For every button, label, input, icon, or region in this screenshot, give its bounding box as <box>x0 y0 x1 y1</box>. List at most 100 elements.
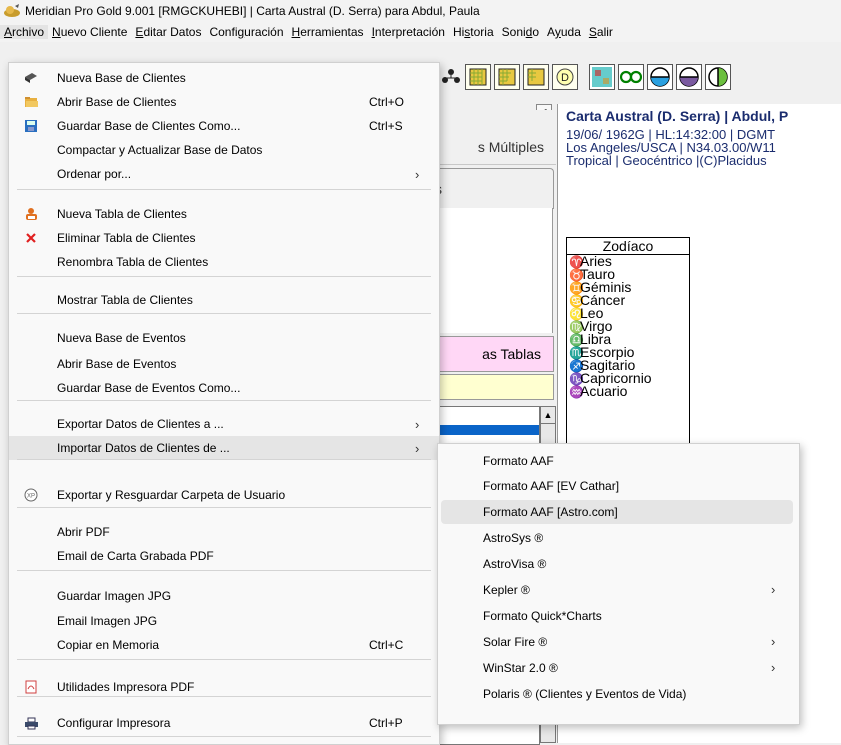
submenu-item-label: Polaris ® (Clientes y Eventos de Vida) <box>483 687 687 701</box>
menu-item-editar-datos[interactable]: Editar Datos <box>131 25 205 39</box>
archivo-menu-item-email-de-carta-grabada-pdf[interactable]: Email de Carta Grabada PDF <box>9 544 439 568</box>
shortcut-label: Ctrl+P <box>369 716 403 730</box>
menu-separator <box>17 313 431 314</box>
backup-icon: XP <box>23 487 39 503</box>
tables-button[interactable]: as Tablas <box>430 336 554 372</box>
menu-item-ayuda[interactable]: Ayuda <box>543 25 585 39</box>
submenu-item-label: Formato AAF [Astro.com] <box>483 505 618 519</box>
menu-item-sonido[interactable]: Sonido <box>498 25 543 39</box>
menu-separator <box>17 507 431 508</box>
archivo-menu-item-copiar-en-memoria[interactable]: Copiar en Memoria Ctrl+C <box>9 633 439 657</box>
chevron-right-icon: › <box>771 582 776 597</box>
menu-item-herramientas[interactable]: Herramientas <box>288 25 368 39</box>
grid-chart-2-icon[interactable] <box>494 64 520 90</box>
chevron-right-icon: › <box>771 660 776 675</box>
menu-item-nuevo-cliente[interactable]: Nuevo Cliente <box>48 25 131 39</box>
menu-item-label: Mostrar Tabla de Clientes <box>57 293 193 307</box>
menu-separator <box>17 570 431 571</box>
infinity-icon[interactable] <box>618 64 644 90</box>
archivo-menu-item-ordenar-por[interactable]: Ordenar por... › <box>9 162 439 186</box>
archivo-menu-item-mostrar-tabla-de-clientes[interactable]: Mostrar Tabla de Clientes <box>9 288 439 312</box>
menu-item-label: Guardar Base de Eventos Como... <box>57 381 241 395</box>
menu-separator <box>17 696 431 697</box>
menu-item-label: Abrir PDF <box>57 525 110 539</box>
archivo-menu-item-guardar-imagen-jpg[interactable]: Guardar Imagen JPG <box>9 584 439 608</box>
menu-item-label: Renombra Tabla de Clientes <box>57 255 209 269</box>
folder-open-icon <box>23 94 39 110</box>
printer-icon <box>23 715 39 731</box>
archivo-menu-item-nueva-base-de-eventos[interactable]: Nueva Base de Eventos <box>9 326 439 350</box>
archivo-menu-item-configurar-impresora[interactable]: Configurar Impresora Ctrl+P <box>9 711 439 735</box>
save-icon <box>23 118 39 134</box>
submenu-item-label: AstroVisa ® <box>483 557 547 571</box>
people-tree-icon[interactable] <box>440 64 462 90</box>
tab-multiples[interactable]: s Múltiples <box>430 128 556 165</box>
menu-item-label: Copiar en Memoria <box>57 638 160 652</box>
window-title: Meridian Pro Gold 9.001 [RMGCKUHEBI] | C… <box>25 4 480 18</box>
pdf-icon <box>23 679 39 695</box>
menu-item-historia[interactable]: Historia <box>449 25 498 39</box>
archivo-menu-item-abrir-base-de-eventos[interactable]: Abrir Base de Eventos <box>9 352 439 376</box>
tables-button-label: as Tablas <box>482 346 541 362</box>
import-submenu-item-solar-fire[interactable]: Solar Fire ® › <box>441 630 793 654</box>
menu-item-label: Eliminar Tabla de Clientes <box>57 231 196 245</box>
half-circle-blue-icon[interactable] <box>647 64 673 90</box>
zodiac-symbol-icon: ♒ <box>569 385 584 399</box>
import-submenu-item-winstar-2-0[interactable]: WinStar 2.0 ® › <box>441 656 793 680</box>
archivo-menu-item-abrir-base-de-clientes[interactable]: Abrir Base de Clientes Ctrl+O <box>9 90 439 114</box>
import-submenu-item-astrovisa[interactable]: AstroVisa ® <box>441 552 793 576</box>
menu-item-salir[interactable]: Salir <box>585 25 617 39</box>
archivo-menu-item-importar-datos-de-clientes-de[interactable]: Importar Datos de Clientes de ... › <box>9 436 439 460</box>
toolbar: D <box>440 62 841 92</box>
archivo-menu-item-eliminar-tabla-de-clientes[interactable]: Eliminar Tabla de Clientes <box>9 226 439 250</box>
chart-info: 19/06/ 1962G | HL:14:32:00 | DGMT Los An… <box>566 128 776 167</box>
archivo-menu-item-exportar-y-resguardar-carpeta-de-usuario[interactable]: XP Exportar y Resguardar Carpeta de Usuar… <box>9 483 439 507</box>
menu-item-interpretaci-n[interactable]: Interpretación <box>368 25 449 39</box>
archivo-menu: Nueva Base de Clientes Abrir Base de Clie… <box>8 62 440 745</box>
archivo-menu-item-guardar-base-de-eventos-como[interactable]: Guardar Base de Eventos Como... <box>9 376 439 400</box>
menu-item-label: Email de Carta Grabada PDF <box>57 549 214 563</box>
archivo-menu-item-nueva-tabla-de-clientes[interactable]: Nueva Tabla de Clientes <box>9 202 439 226</box>
import-submenu-item-kepler[interactable]: Kepler ® › <box>441 578 793 602</box>
archivo-menu-item-email-imagen-jpg[interactable]: Email Imagen JPG <box>9 609 439 633</box>
menu-item-label: Exportar Datos de Clientes a ... <box>57 417 224 431</box>
import-submenu-item-formato-aaf-ev-cathar[interactable]: Formato AAF [EV Cathar] <box>441 474 793 498</box>
import-submenu-item-polaris-clientes-y-eventos-de-vida[interactable]: Polaris ® (Clientes y Eventos de Vida) <box>441 682 793 706</box>
chart-title: Carta Austral (D. Serra) | Abdul, P <box>566 108 789 124</box>
selected-row[interactable] <box>431 425 539 435</box>
archivo-menu-item-nueva-base-de-clientes[interactable]: Nueva Base de Clientes <box>9 66 439 90</box>
d-circle-icon[interactable]: D <box>552 64 578 90</box>
tab-multiples-label: s Múltiples <box>477 139 544 155</box>
menu-bar: Archivo Nuevo Cliente Editar Datos Configur… <box>0 22 841 42</box>
menu-item-archivo[interactable]: Archivo <box>0 25 49 39</box>
grid-chart-3-icon[interactable] <box>523 64 549 90</box>
scroll-up-icon[interactable]: ▲ <box>541 407 555 424</box>
import-submenu-item-astrosys[interactable]: AstroSys ® <box>441 526 793 550</box>
menu-item-label: Abrir Base de Eventos <box>57 357 177 371</box>
archivo-menu-item-exportar-datos-de-clientes-a[interactable]: Exportar Datos de Clientes a ... › <box>9 412 439 436</box>
menu-item-label: Abrir Base de Clientes <box>57 95 177 109</box>
import-submenu-item-formato-quick-charts[interactable]: Formato Quick*Charts <box>441 604 793 628</box>
archivo-menu-item-compactar-y-actualizar-base-de-datos[interactable]: Compactar y Actualizar Base de Datos <box>9 138 439 162</box>
menu-item-label: Ordenar por... <box>57 167 132 181</box>
svg-text:D: D <box>561 72 569 84</box>
half-circle-purple-icon[interactable] <box>676 64 702 90</box>
chart-info-line3: Tropical | Geocéntrico |(C)Placidus <box>566 153 767 168</box>
archivo-menu-item-guardar-base-de-clientes-como[interactable]: Guardar Base de Clientes Como... Ctrl+S <box>9 114 439 138</box>
shortcut-label: Ctrl+O <box>369 95 405 109</box>
menu-item-configuraci-n[interactable]: Configuración <box>205 25 287 39</box>
chevron-right-icon: › <box>415 440 420 456</box>
grid-chart-icon[interactable] <box>465 64 491 90</box>
archivo-menu-item-abrir-pdf[interactable]: Abrir PDF <box>9 520 439 544</box>
yellow-field[interactable] <box>430 374 554 400</box>
import-submenu-item-formato-aaf[interactable]: Formato AAF <box>441 449 793 473</box>
archivo-menu-item-renombra-tabla-de-clientes[interactable]: Renombra Tabla de Clientes <box>9 250 439 274</box>
app-logo-icon <box>4 4 20 17</box>
mosaic-chart-icon[interactable] <box>589 64 615 90</box>
chevron-right-icon: › <box>415 416 420 432</box>
new-table-icon <box>23 206 39 222</box>
import-submenu-item-formato-aaf-astro-com[interactable]: Formato AAF [Astro.com] <box>441 500 793 524</box>
menu-item-label: Guardar Base de Clientes Como... <box>57 119 241 133</box>
half-circle-green-icon[interactable] <box>705 64 731 90</box>
tab-secondary[interactable]: s <box>430 168 554 209</box>
